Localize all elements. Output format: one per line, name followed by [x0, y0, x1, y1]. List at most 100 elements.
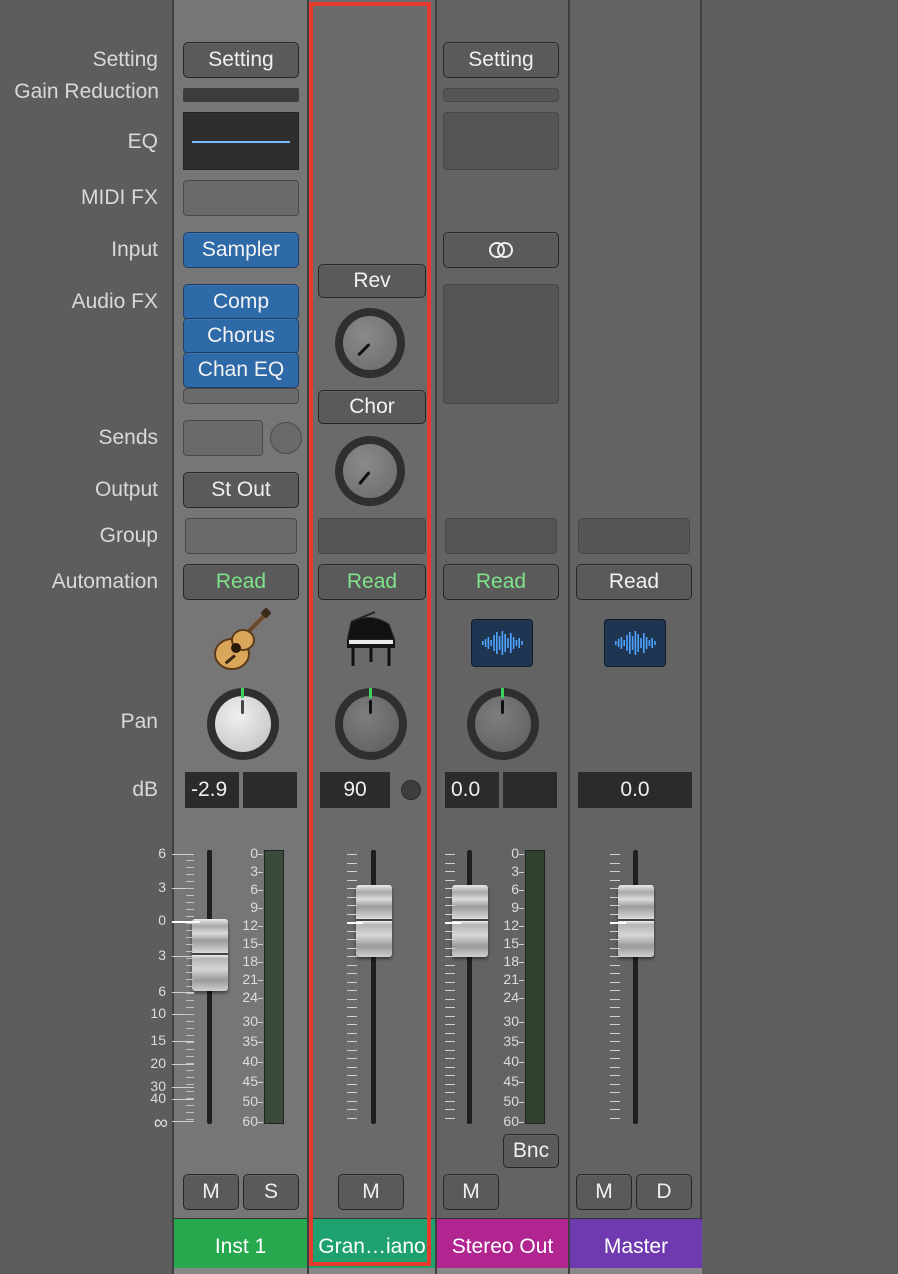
midi-fx-slot[interactable]: [183, 180, 299, 216]
pan-knob[interactable]: [207, 688, 279, 760]
mute-button[interactable]: M: [338, 1174, 404, 1210]
fader-tick: [610, 1041, 620, 1042]
audio-fx-slots[interactable]: [443, 284, 559, 404]
fader-minor-tick: [186, 909, 194, 910]
eq-thumbnail[interactable]: [183, 112, 299, 170]
row-label-input: Input: [111, 238, 158, 261]
fader-tick: [347, 956, 357, 957]
mute-button[interactable]: M: [443, 1174, 499, 1210]
automation-mode-button[interactable]: Read: [183, 564, 299, 600]
group-slot[interactable]: [445, 518, 557, 554]
volume-fader-cap[interactable]: [356, 885, 392, 957]
meter-scale-tick: [258, 962, 263, 963]
meter-scale-tick: [519, 980, 524, 981]
fader-tick: [347, 1024, 357, 1025]
meter-scale-tick: [258, 890, 263, 891]
fader-tick: [347, 1118, 357, 1119]
meter-scale-label: 40: [242, 1053, 258, 1069]
meter-scale-tick: [519, 1062, 524, 1063]
send-chor-level-knob[interactable]: [335, 436, 405, 506]
fader-scale-tick: [172, 1064, 194, 1065]
waveform-bar: [482, 641, 484, 645]
output-button[interactable]: St Out: [183, 472, 299, 508]
peak-value[interactable]: [243, 772, 297, 808]
stereo-link-icon[interactable]: [443, 232, 559, 268]
fader-minor-tick: [186, 1119, 194, 1120]
track-name[interactable]: Inst 1: [174, 1218, 307, 1274]
fader-tick: [347, 905, 357, 906]
send-slot[interactable]: [183, 420, 263, 456]
channel-strip-inst1: Setting Sampler Comp Chorus Chan EQ St O…: [150, 0, 307, 1274]
audio-fx-slot-1[interactable]: Comp: [183, 284, 299, 320]
fader-tick: [610, 905, 620, 906]
audio-fx-slot-3[interactable]: Chan EQ: [183, 352, 299, 388]
pan-knob[interactable]: [335, 688, 407, 760]
grand-piano-icon[interactable]: [341, 610, 401, 670]
input-plugin-button[interactable]: Sampler: [183, 232, 299, 268]
meter-scale-tick: [519, 926, 524, 927]
track-name[interactable]: Gran…iano: [309, 1218, 435, 1274]
fader-scale-label: 15: [150, 1032, 166, 1048]
fader-tick: [445, 982, 455, 983]
fader-tick: [347, 1109, 357, 1110]
waveform-icon[interactable]: [604, 619, 666, 667]
meter-scale-tick: [258, 1082, 263, 1083]
setting-button[interactable]: Setting: [183, 42, 299, 78]
send-chor-button[interactable]: Chor: [318, 390, 426, 424]
group-slot[interactable]: [185, 518, 297, 554]
waveform-bar: [507, 638, 509, 648]
meter-scale-tick: [258, 872, 263, 873]
fader-minor-tick: [186, 902, 194, 903]
fader-tick: [610, 1084, 620, 1085]
group-slot[interactable]: [578, 518, 690, 554]
meter-scale-tick: [258, 944, 263, 945]
fader-tick: [445, 897, 455, 898]
fader-tick: [445, 1024, 455, 1025]
send-rev-level-knob[interactable]: [335, 308, 405, 378]
group-slot[interactable]: [318, 518, 426, 554]
volume-value[interactable]: 90: [320, 772, 390, 808]
track-name[interactable]: Stereo Out: [437, 1218, 568, 1274]
meter-scale-tick: [258, 1102, 263, 1103]
waveform-bar: [490, 640, 492, 646]
record-enable-dot[interactable]: [401, 780, 421, 800]
volume-fader-cap[interactable]: [192, 919, 228, 991]
fader-scale-label: 0: [158, 912, 166, 928]
fader-tick: [347, 965, 357, 966]
send-level-knob[interactable]: [270, 422, 302, 454]
automation-mode-button[interactable]: Read: [443, 564, 559, 600]
fader-tick: [347, 1092, 357, 1093]
bounce-button[interactable]: Bnc: [503, 1134, 559, 1168]
volume-value[interactable]: 0.0: [445, 772, 499, 808]
volume-fader-cap[interactable]: [452, 885, 488, 957]
meter-scale-label: 0: [250, 845, 258, 861]
fader-tick: [445, 1067, 455, 1068]
mute-button[interactable]: M: [183, 1174, 239, 1210]
volume-value[interactable]: -2.9: [185, 772, 239, 808]
eq-thumbnail[interactable]: [443, 112, 559, 170]
fader-minor-tick: [186, 1014, 194, 1015]
audio-fx-empty-slot[interactable]: [183, 388, 299, 404]
automation-mode-button[interactable]: Read: [576, 564, 692, 600]
fader-tick: [610, 990, 620, 991]
fader-tick: [347, 982, 357, 983]
volume-value[interactable]: 0.0: [578, 772, 692, 808]
mute-button[interactable]: M: [576, 1174, 632, 1210]
track-name[interactable]: Master: [570, 1218, 702, 1274]
fader-tick: [347, 999, 357, 1000]
meter-scale-label: 30: [503, 1013, 519, 1029]
audio-fx-slot-2[interactable]: Chorus: [183, 318, 299, 354]
fader-minor-tick: [186, 972, 194, 973]
solo-button[interactable]: S: [243, 1174, 299, 1210]
meter-scale-label: 12: [242, 917, 258, 933]
setting-button[interactable]: Setting: [443, 42, 559, 78]
automation-mode-button[interactable]: Read: [318, 564, 426, 600]
peak-value[interactable]: [503, 772, 557, 808]
waveform-icon[interactable]: [471, 619, 533, 667]
send-rev-button[interactable]: Rev: [318, 264, 426, 298]
acoustic-guitar-icon[interactable]: [210, 608, 272, 672]
dim-button[interactable]: D: [636, 1174, 692, 1210]
meter-scale-label: 45: [242, 1073, 258, 1089]
volume-fader-cap[interactable]: [618, 885, 654, 957]
pan-knob[interactable]: [467, 688, 539, 760]
